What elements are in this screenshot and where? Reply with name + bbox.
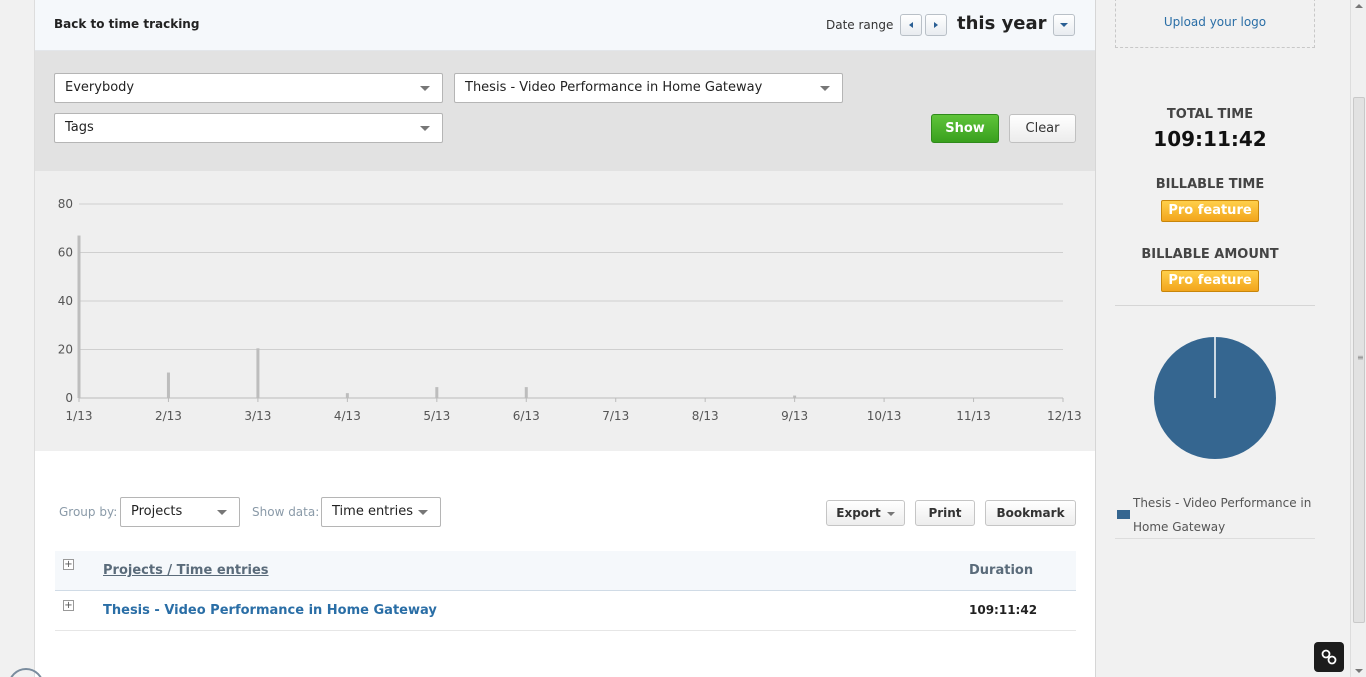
print-button[interactable]: Print [915,500,975,526]
x-tick-label: 6/13 [513,409,540,423]
billable-time-pro-badge[interactable]: Pro feature [1161,200,1259,222]
x-tick-label: 4/13 [334,409,361,423]
x-tick-label: 10/13 [867,409,902,423]
y-tick-label: 0 [65,391,73,405]
date-range-value[interactable]: this year [957,13,1047,34]
user-select[interactable]: Everybody [54,73,443,103]
x-tick-label: 3/13 [244,409,271,423]
show-button[interactable]: Show [931,114,999,143]
billable-amount-pro-badge[interactable]: Pro feature [1161,270,1259,292]
x-tick-label: 9/13 [781,409,808,423]
show-data-label: Show data: [252,505,320,519]
chart-bar[interactable] [166,372,170,398]
legend-label: Thesis - Video Performance in Home Gatew… [1133,496,1312,534]
group-by-label: Group by: [59,505,118,519]
grip-icon: ≡ [1357,353,1364,362]
y-tick-label: 40 [58,294,73,308]
expand-all-icon[interactable]: + [63,559,74,570]
chevron-down-icon [217,510,227,515]
chart-bar[interactable] [77,235,81,398]
expand-row-icon[interactable]: + [63,600,74,611]
prev-range-button[interactable] [900,14,922,36]
chart-bar[interactable] [524,387,528,398]
link-widget-button[interactable] [1314,642,1344,672]
y-tick-label: 60 [58,246,73,260]
total-time-value: 109:11:42 [1153,127,1267,151]
upload-logo-link[interactable]: Upload your logo [1116,15,1314,29]
projects-column-header[interactable]: Projects / Time entries [103,563,269,578]
chevron-down-icon [886,511,895,516]
report-controls: Group by: Projects Show data: Time entri… [35,497,1095,529]
x-tick-label: 12/13 [1047,409,1082,423]
duration-column-header: Duration [969,563,1034,578]
chevron-down-icon [820,86,830,91]
x-tick-label: 7/13 [602,409,629,423]
project-link[interactable]: Thesis - Video Performance in Home Gatew… [103,603,437,618]
next-range-button[interactable] [925,14,947,36]
upload-logo-box[interactable]: Upload your logo [1115,0,1315,48]
chevron-down-icon [418,510,428,515]
bar-chart: 0 20 40 60 80 1/13 2/13 3/13 4/13 5/13 6/13 7/13 8/1… [58,197,1082,423]
summary-sidebar: Upload your logo TOTAL TIME 109:11:42 BI… [1097,0,1350,677]
back-to-time-tracking-link[interactable]: Back to time tracking [54,17,199,31]
billable-time-label: BILLABLE TIME [1155,177,1265,192]
tags-select[interactable]: Tags [54,113,443,143]
export-button[interactable]: Export [826,500,905,526]
date-range-label: Date range [826,18,894,32]
y-tick-label: 20 [58,343,73,357]
x-tick-label: 11/13 [956,409,991,423]
scroll-thumb[interactable]: ≡ [1353,97,1365,623]
y-tick-label: 80 [58,197,73,211]
chart-bar[interactable] [345,393,349,398]
x-tick-label: 8/13 [692,409,719,423]
chart-bar[interactable] [435,387,439,398]
report-table: + Projects / Time entries Duration + The… [55,551,1076,631]
project-select-value: Thesis - Video Performance in Home Gatew… [465,80,763,95]
table-row: + Thesis - Video Performance in Home Gat… [55,591,1076,631]
scroll-up-icon[interactable] [1355,4,1363,8]
tags-select-value: Tags [65,120,94,135]
billable-amount-label: BILLABLE AMOUNT [1141,247,1279,262]
x-tick-label: 1/13 [66,409,93,423]
link-icon [1321,649,1337,665]
bookmark-button[interactable]: Bookmark [985,500,1076,526]
chevron-down-icon [1060,23,1068,27]
date-range-dropdown-button[interactable] [1053,14,1075,36]
clear-button[interactable]: Clear [1009,114,1076,143]
x-tick-label: 2/13 [155,409,182,423]
filter-panel: Everybody Thesis - Video Performance in … [35,51,1095,171]
show-data-value: Time entries [332,504,414,519]
pie-legend: Thesis - Video Performance in Home Gatew… [1115,491,1315,539]
x-tick-label: 5/13 [423,409,450,423]
user-select-value: Everybody [65,80,135,95]
time-chart: 0 20 40 60 80 1/13 2/13 3/13 4/13 5/13 6/13 7/13 8/1… [35,171,1095,451]
chevron-down-icon [420,126,430,131]
scroll-down-icon[interactable] [1355,669,1363,673]
total-time-label: TOTAL TIME [1166,107,1254,122]
top-bar: Back to time tracking Date range this ye… [35,0,1095,51]
group-by-select[interactable]: Projects [120,497,240,527]
show-data-select[interactable]: Time entries [321,497,441,527]
legend-swatch [1117,510,1130,519]
export-label: Export [836,506,881,520]
row-duration: 109:11:42 [969,603,1038,617]
chevron-right-icon [934,22,938,28]
main-panel: Back to time tracking Date range this ye… [34,0,1096,677]
chart-bar[interactable] [256,348,260,398]
chevron-left-icon [909,22,913,28]
project-select[interactable]: Thesis - Video Performance in Home Gatew… [454,73,843,103]
group-by-value: Projects [131,504,183,519]
sidebar-divider [1115,305,1315,306]
chevron-down-icon [420,86,430,91]
vertical-scrollbar[interactable]: ≡ [1350,0,1366,677]
table-header: + Projects / Time entries Duration [55,551,1076,591]
project-pie-chart [1154,337,1276,459]
